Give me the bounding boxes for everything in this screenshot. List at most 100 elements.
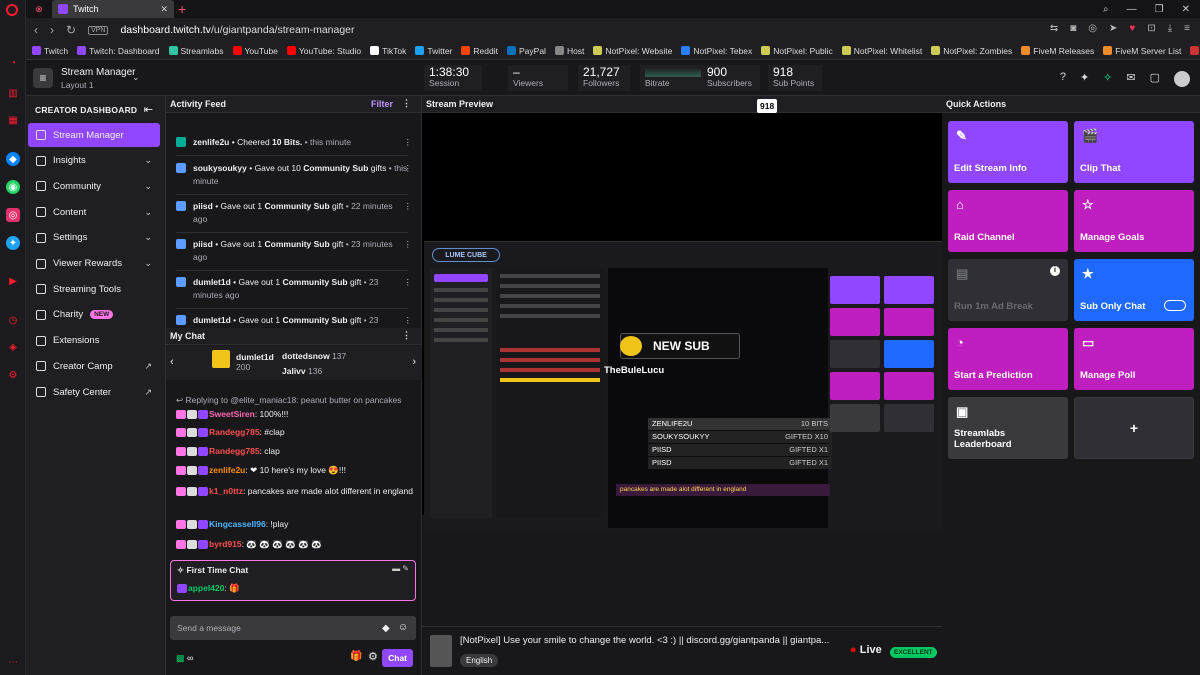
activity-more-icon[interactable]: ⋮ bbox=[404, 136, 413, 149]
activity-item[interactable]: piisd • Gave out 1 Community Sub gift • … bbox=[176, 200, 412, 233]
layout-selector[interactable]: Stream Manager Layout 1 bbox=[61, 67, 135, 91]
hamburger-menu-button[interactable]: ≡ bbox=[33, 68, 53, 88]
tab-menu-icon[interactable]: ⊗ bbox=[26, 4, 52, 15]
bag-icon[interactable]: ▥ bbox=[6, 86, 20, 100]
bookmark-2[interactable]: Streamlabs bbox=[168, 46, 224, 56]
back-icon[interactable]: ‹ bbox=[34, 23, 38, 37]
bookmark-16[interactable]: FiveM Server List bbox=[1103, 46, 1181, 56]
bookmark-6[interactable]: Twitter bbox=[415, 46, 452, 56]
bookmark-17[interactable]: Ontario bbox=[1190, 46, 1200, 56]
power-up-icon[interactable]: ✦ bbox=[1080, 71, 1089, 87]
chat-message[interactable]: Kingcassell96: !play bbox=[176, 518, 416, 531]
quick-action-sub-only-chat[interactable]: ★ Sub Only Chat bbox=[1074, 259, 1194, 321]
activity-more-icon[interactable]: ⋮ bbox=[404, 238, 413, 251]
heart-icon[interactable]: ♥ bbox=[1129, 23, 1135, 34]
collapse-nav-icon[interactable]: ⇤ bbox=[144, 103, 153, 116]
maximize-icon[interactable]: ❐ bbox=[1155, 4, 1164, 15]
chat-username[interactable]: zenlife2u bbox=[209, 465, 245, 475]
language-tag[interactable]: English bbox=[460, 654, 499, 667]
forward-icon[interactable]: › bbox=[50, 23, 54, 37]
activity-item[interactable]: dumlet1d • Gave out 1 Community Sub gift… bbox=[176, 314, 412, 327]
bookmark-9[interactable]: Host bbox=[554, 46, 584, 56]
player-icon[interactable]: ▶ bbox=[6, 274, 20, 288]
bookmark-1[interactable]: Twitch: Dashboard bbox=[77, 46, 160, 56]
activity-more-icon[interactable]: ⋮ bbox=[402, 98, 411, 109]
quick-action-raid-channel[interactable]: ⌂ Raid Channel bbox=[948, 190, 1068, 252]
history-icon[interactable]: ◷ bbox=[6, 313, 20, 327]
chat-message[interactable]: Randegg785: #clap bbox=[176, 426, 416, 439]
chat-username[interactable]: k1_n0ttz bbox=[209, 486, 243, 496]
quick-action-clip-that[interactable]: 🎬 Clip That bbox=[1074, 121, 1194, 183]
settings-icon[interactable]: ⚙ bbox=[6, 368, 20, 382]
stat-subscribers[interactable]: 900 Subscribers bbox=[702, 65, 760, 91]
chat-message[interactable]: SweetSiren: 100%!!! bbox=[176, 408, 416, 421]
messenger-icon[interactable]: ◆ bbox=[6, 152, 20, 166]
channel-points[interactable]: ▩ ∞ bbox=[176, 653, 193, 664]
stat-sub-points[interactable]: 918 Sub Points bbox=[768, 65, 822, 91]
menu-icon[interactable]: ≡ bbox=[1184, 23, 1190, 34]
chat-message[interactable]: Randegg785: clap bbox=[176, 445, 416, 458]
nav-item-content[interactable]: Content ⌄ bbox=[28, 200, 160, 224]
nav-item-extensions[interactable]: Extensions bbox=[28, 329, 160, 353]
snapshot-icon[interactable]: ⊡ bbox=[1147, 23, 1155, 34]
chat-message[interactable]: zenlife2u: ❤ 10 here's my love 😍!!! bbox=[176, 464, 416, 477]
activity-more-icon[interactable]: ⋮ bbox=[404, 200, 413, 213]
emote-icon[interactable]: ☺ bbox=[398, 622, 408, 633]
filter-button[interactable]: Filter bbox=[371, 99, 393, 109]
chat-username[interactable]: Randegg785 bbox=[209, 427, 260, 437]
bits-icon[interactable]: ◆ bbox=[382, 623, 390, 634]
info-icon[interactable]: i bbox=[1050, 266, 1060, 276]
chat-more-icon[interactable]: ⋮ bbox=[402, 330, 411, 341]
nav-item-stream-manager[interactable]: Stream Manager bbox=[28, 123, 160, 147]
search-tabs-icon[interactable]: ⌕ bbox=[1103, 4, 1109, 15]
chat-message[interactable]: k1_n0ttz: pancakes are made alot differe… bbox=[176, 485, 416, 498]
url-field[interactable]: dashboard.twitch.tv/u/giantpanda/stream-… bbox=[120, 24, 354, 36]
nav-item-streaming-tools[interactable]: Streaming Tools bbox=[28, 277, 160, 301]
chat-username[interactable]: SweetSiren bbox=[209, 409, 255, 419]
activity-item[interactable]: zenlife2u • Cheered 10 Bits. • this minu… bbox=[176, 136, 412, 156]
quick-action-edit-stream-info[interactable]: ✎ Edit Stream Info bbox=[948, 121, 1068, 183]
stat-viewers[interactable]: – Viewers bbox=[508, 65, 568, 91]
vpn-badge[interactable]: VPN bbox=[88, 25, 109, 35]
chat-username[interactable]: Randegg785 bbox=[209, 446, 260, 456]
leaderboard-next-icon[interactable]: › bbox=[412, 356, 416, 368]
whatsapp-icon[interactable]: ◉ bbox=[6, 180, 20, 194]
gift-shop-icon[interactable]: 🎁 bbox=[350, 651, 362, 662]
nav-item-safety-center[interactable]: Safety Center ↗ bbox=[28, 380, 160, 404]
twitch-icon[interactable]: ▦ bbox=[6, 113, 20, 127]
bookmark-4[interactable]: YouTube: Studio bbox=[286, 46, 361, 56]
activity-item[interactable]: soukysoukyy • Gave out 10 Community Sub … bbox=[176, 162, 412, 195]
quick-action-run-1m-ad-break[interactable]: ▤ Run 1m Ad Break i bbox=[948, 259, 1068, 321]
close-tab-icon[interactable]: ✕ bbox=[160, 4, 168, 15]
nav-item-creator-camp[interactable]: Creator Camp ↗ bbox=[28, 354, 160, 378]
whispers-icon[interactable]: ▢ bbox=[1150, 71, 1160, 87]
stat-followers[interactable]: 21,727 Followers bbox=[578, 65, 630, 91]
stat-bitrate[interactable]: Bitrate bbox=[640, 65, 706, 91]
twitter-icon[interactable]: ✦ bbox=[6, 236, 20, 250]
activity-more-icon[interactable]: ⋮ bbox=[404, 162, 413, 175]
activity-item[interactable]: piisd • Gave out 1 Community Sub gift • … bbox=[176, 238, 412, 271]
quick-action-manage-poll[interactable]: ▭ Manage Poll bbox=[1074, 328, 1194, 390]
speed-dial-icon[interactable]: ◔ bbox=[6, 56, 20, 70]
opera-logo-icon[interactable] bbox=[6, 4, 18, 16]
bookmark-15[interactable]: FiveM Releases bbox=[1021, 46, 1094, 56]
sparkle-icon[interactable]: ✧ bbox=[1103, 71, 1112, 87]
video-player[interactable]: LUME CUBE NEW SUB TheBuleLucu ZENLIFE2U 1… bbox=[422, 113, 942, 531]
bookmark-7[interactable]: Reddit bbox=[461, 46, 498, 56]
nav-item-charity[interactable]: Charity NEW bbox=[28, 303, 160, 327]
stream-thumbnail[interactable] bbox=[430, 635, 452, 667]
chevron-down-icon[interactable]: ⌄ bbox=[132, 72, 140, 83]
reload-icon[interactable]: ↻ bbox=[66, 23, 76, 37]
quick-action-start-a-prediction[interactable]: ◔ Start a Prediction bbox=[948, 328, 1068, 390]
bookmark-14[interactable]: NotPixel: Zombies bbox=[931, 46, 1012, 56]
quick-action-[interactable]: + bbox=[1074, 397, 1194, 459]
inbox-icon[interactable]: ✉ bbox=[1126, 71, 1135, 87]
bookmark-3[interactable]: YouTube bbox=[232, 46, 278, 56]
send-icon[interactable]: ➤ bbox=[1109, 23, 1117, 34]
stat-session[interactable]: 1:38:30 Session bbox=[424, 65, 482, 91]
chat-username[interactable]: Kingcassell96 bbox=[209, 519, 266, 529]
help-icon[interactable]: ? bbox=[1060, 71, 1066, 87]
chat-input[interactable]: Send a message bbox=[170, 616, 416, 640]
chat-message[interactable]: byrd915: 🐼 🐼 🐼 🐼 🐼 🐼 bbox=[176, 538, 416, 551]
avatar[interactable] bbox=[1174, 71, 1190, 87]
